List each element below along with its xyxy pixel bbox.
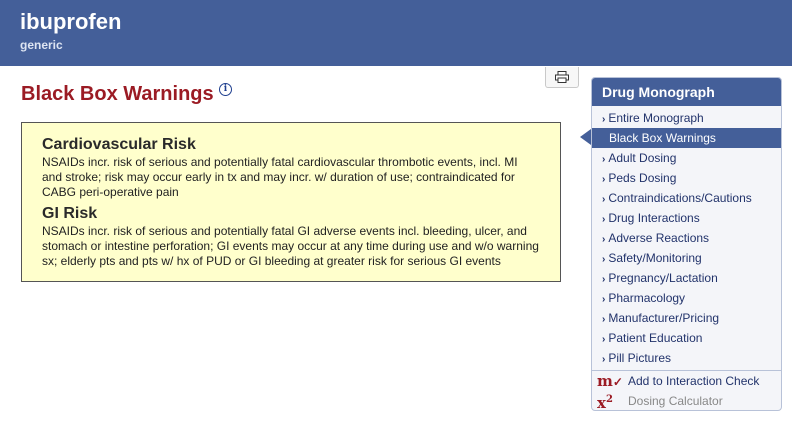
sidebar-item-pharmacology[interactable]: › Pharmacology [592, 288, 781, 308]
sidebar-item-drug-interactions[interactable]: › Drug Interactions [592, 208, 781, 228]
sidebar-item-safety-monitoring[interactable]: › Safety/Monitoring [592, 248, 781, 268]
warning-text: NSAIDs incr. risk of serious and potenti… [42, 155, 518, 199]
chevron-right-icon: › [602, 234, 606, 245]
sidebar-item-adverse-reactions[interactable]: › Adverse Reactions [592, 228, 781, 248]
drug-monograph-panel: Drug Monograph › Entire Monograph Black B… [591, 77, 782, 411]
sidebar-item-patient-education[interactable]: › Patient Education [592, 328, 781, 348]
sidebar-item-adult-dosing[interactable]: › Adult Dosing [592, 148, 781, 168]
warning-gi: GI Risk NSAIDs incr. risk of serious and… [42, 204, 540, 269]
chevron-right-icon: › [602, 274, 606, 285]
drug-name: ibuprofen [20, 9, 122, 34]
chevron-right-icon: › [602, 114, 606, 125]
interaction-check-icon: m✓ [597, 371, 623, 390]
warning-title: Cardiovascular Risk [42, 136, 196, 153]
sidebar-item-peds-dosing[interactable]: › Peds Dosing [592, 168, 781, 188]
interaction-check-label: Add to Interaction Check [628, 374, 760, 388]
monograph-nav: › Entire Monograph Black Box Warnings › Ad… [592, 106, 781, 368]
active-pointer-arrow [580, 129, 591, 145]
sidebar-item-pill-pictures[interactable]: › Pill Pictures [592, 348, 781, 368]
sidebar-item-manufacturer-pricing[interactable]: › Manufacturer/Pricing [592, 308, 781, 328]
sidebar-item-entire-monograph[interactable]: › Entire Monograph [592, 108, 781, 128]
monograph-title: Drug Monograph [592, 78, 781, 106]
chevron-right-icon: › [602, 294, 606, 305]
chevron-right-icon: › [602, 174, 606, 185]
drug-type: generic [20, 38, 63, 52]
warning-cardiovascular: Cardiovascular Risk NSAIDs incr. risk of… [42, 135, 540, 200]
chevron-right-icon: › [602, 314, 606, 325]
dosing-calculator-label: Dosing Calculator [628, 394, 723, 408]
dosing-calculator-icon: x2 [597, 393, 613, 411]
dosing-calculator-button[interactable]: x2 Dosing Calculator [592, 391, 781, 411]
info-icon[interactable]: i [219, 83, 232, 96]
warning-title: GI Risk [42, 205, 98, 222]
page-header: ibuprofen generic [0, 0, 792, 66]
chevron-right-icon: › [602, 154, 606, 165]
chevron-right-icon: › [602, 354, 606, 365]
warning-box: Cardiovascular Risk NSAIDs incr. risk of… [21, 122, 561, 282]
sidebar-item-pregnancy-lactation[interactable]: › Pregnancy/Lactation [592, 268, 781, 288]
page-title: Black Box Warnings [21, 83, 214, 105]
chevron-right-icon: › [602, 214, 606, 225]
print-button[interactable] [545, 67, 579, 88]
add-to-interaction-check-button[interactable]: m✓ Add to Interaction Check [592, 371, 781, 391]
printer-icon [555, 71, 569, 83]
chevron-right-icon: › [602, 334, 606, 345]
chevron-right-icon: › [602, 254, 606, 265]
sidebar-item-black-box-warnings[interactable]: Black Box Warnings [592, 128, 781, 148]
sidebar-item-contraindications[interactable]: › Contraindications/Cautions [592, 188, 781, 208]
warning-text: NSAIDs incr. risk of serious and potenti… [42, 224, 539, 268]
chevron-right-icon: › [602, 194, 606, 205]
